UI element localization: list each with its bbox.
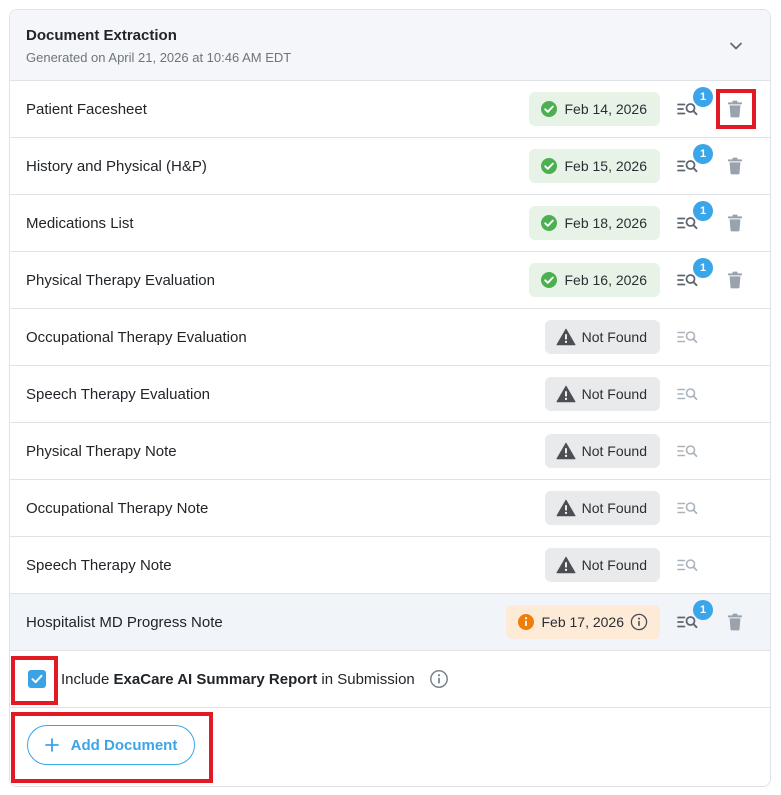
card-title: Document Extraction: [26, 27, 177, 44]
document-status-text: Not Found: [581, 443, 647, 459]
document-date-badge: Feb 14, 2026: [529, 92, 660, 126]
document-name: Speech Therapy Note: [26, 556, 172, 574]
generated-timestamp: Generated on April 21, 2026 at 10:46 AM …: [26, 50, 292, 65]
document-row[interactable]: Hospitalist MD Progress Note Feb 17, 2026…: [10, 594, 770, 651]
document-list: Patient Facesheet Feb 14, 2026 1 History an…: [10, 81, 770, 651]
include-summary-label: Include ExaCare AI Summary Report in Sub…: [61, 671, 415, 688]
document-status-text: Feb 14, 2026: [564, 101, 647, 117]
document-row[interactable]: Patient Facesheet Feb 14, 2026 1: [10, 81, 770, 138]
document-name: History and Physical (H&P): [26, 157, 207, 175]
document-row[interactable]: Speech Therapy Evaluation Not Found: [10, 366, 770, 423]
warning-triangle-icon: [556, 499, 576, 517]
plus-icon: [44, 738, 59, 752]
info-circle-icon: [517, 613, 535, 631]
document-status-text: Feb 17, 2026: [541, 614, 624, 630]
not-found-badge: Not Found: [544, 548, 660, 582]
check-circle-icon: [540, 100, 558, 118]
not-found-badge: Not Found: [544, 320, 660, 354]
document-date-badge: Feb 15, 2026: [529, 149, 660, 183]
document-name: Occupational Therapy Evaluation: [26, 328, 247, 346]
document-status-text: Not Found: [581, 386, 647, 402]
document-date-badge: Feb 17, 2026: [506, 605, 660, 639]
document-name: Medications List: [26, 214, 134, 232]
trash-icon[interactable]: [724, 98, 746, 120]
check-circle-icon: [540, 214, 558, 232]
card-header[interactable]: Document Extraction Generated on April 2…: [10, 10, 770, 81]
document-name: Physical Therapy Evaluation: [26, 271, 215, 289]
document-row[interactable]: History and Physical (H&P) Feb 15, 2026 1: [10, 138, 770, 195]
trash-icon[interactable]: [724, 611, 746, 633]
trash-icon[interactable]: [724, 155, 746, 177]
not-found-badge: Not Found: [544, 377, 660, 411]
count-badge: 1: [693, 201, 713, 221]
document-name: Hospitalist MD Progress Note: [26, 613, 223, 631]
review-search-icon[interactable]: [676, 325, 700, 349]
document-row[interactable]: Physical Therapy Evaluation Feb 16, 2026 1: [10, 252, 770, 309]
document-name: Physical Therapy Note: [26, 442, 177, 460]
include-summary-checkbox[interactable]: [28, 670, 46, 688]
document-row[interactable]: Physical Therapy Note Not Found: [10, 423, 770, 480]
warning-triangle-icon: [556, 442, 576, 460]
info-icon[interactable]: [429, 669, 449, 689]
not-found-badge: Not Found: [544, 491, 660, 525]
document-row[interactable]: Speech Therapy Note Not Found: [10, 537, 770, 594]
count-badge: 1: [693, 600, 713, 620]
document-status-text: Not Found: [581, 557, 647, 573]
review-search-icon[interactable]: [676, 496, 700, 520]
include-prefix-text: Include: [61, 670, 114, 688]
document-row[interactable]: Occupational Therapy Note Not Found: [10, 480, 770, 537]
document-name: Patient Facesheet: [26, 100, 147, 118]
review-search-icon[interactable]: [676, 382, 700, 406]
warning-triangle-icon: [556, 385, 576, 403]
include-report-name: ExaCare AI Summary Report: [113, 670, 318, 688]
document-status-text: Not Found: [581, 500, 647, 516]
info-icon[interactable]: [630, 613, 648, 631]
count-badge: 1: [693, 258, 713, 278]
include-suffix-text: in Submission: [317, 670, 415, 688]
document-status-text: Feb 18, 2026: [564, 215, 647, 231]
add-document-row: Add Document: [10, 708, 770, 783]
include-summary-row: Include ExaCare AI Summary Report in Sub…: [10, 651, 770, 708]
document-name: Occupational Therapy Note: [26, 499, 209, 517]
count-badge: 1: [693, 144, 713, 164]
document-date-badge: Feb 18, 2026: [529, 206, 660, 240]
check-circle-icon: [540, 271, 558, 289]
trash-icon[interactable]: [724, 212, 746, 234]
document-status-text: Feb 15, 2026: [564, 158, 647, 174]
not-found-badge: Not Found: [544, 434, 660, 468]
document-name: Speech Therapy Evaluation: [26, 385, 211, 403]
warning-triangle-icon: [556, 556, 576, 574]
document-extraction-card: Document Extraction Generated on April 2…: [9, 9, 771, 787]
add-document-label: Add Document: [70, 736, 178, 754]
review-search-icon[interactable]: [676, 553, 700, 577]
count-badge: 1: [693, 87, 713, 107]
document-status-text: Feb 16, 2026: [564, 272, 647, 288]
chevron-down-icon[interactable]: [724, 34, 748, 58]
document-status-text: Not Found: [581, 329, 647, 345]
check-circle-icon: [540, 157, 558, 175]
trash-icon[interactable]: [724, 269, 746, 291]
warning-triangle-icon: [556, 328, 576, 346]
document-date-badge: Feb 16, 2026: [529, 263, 660, 297]
document-row[interactable]: Medications List Feb 18, 2026 1: [10, 195, 770, 252]
document-row[interactable]: Occupational Therapy Evaluation Not Found: [10, 309, 770, 366]
add-document-button[interactable]: Add Document: [27, 725, 195, 765]
review-search-icon[interactable]: [676, 439, 700, 463]
